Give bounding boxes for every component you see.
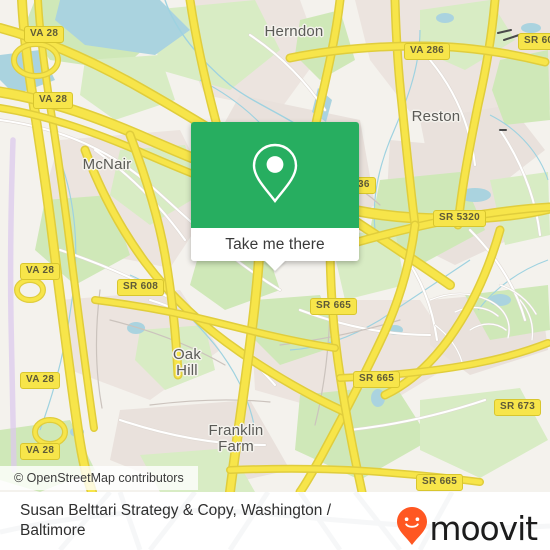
- moovit-wordmark: moovit: [429, 509, 538, 548]
- moovit-brand[interactable]: moovit: [396, 506, 538, 550]
- road-shield-va-28: VA 28: [24, 26, 65, 43]
- road-shield-va-28: VA 28: [33, 92, 74, 109]
- page-title: Susan Belttari Strategy & Copy, Washingt…: [20, 502, 332, 539]
- map-viewport[interactable]: .park { fill:#cfe8b8; } .park2 { fill:#d…: [0, 0, 550, 492]
- road-shield-va-28: VA 28: [20, 443, 61, 460]
- road-shield-va-28: VA 28: [20, 372, 61, 389]
- road-shield-sr-673: SR 673: [494, 399, 542, 416]
- road-shield-sr-5320: SR 5320: [433, 210, 487, 227]
- take-me-there-label[interactable]: Take me there: [225, 236, 325, 254]
- popup-action-bar[interactable]: Take me there: [191, 228, 359, 271]
- road-shield-sr-665: SR 665: [416, 474, 464, 491]
- osm-attribution[interactable]: © OpenStreetMap contributors: [0, 466, 198, 490]
- road-shield-va-28: VA 28: [20, 263, 61, 280]
- road-shield-sr-608: SR 608: [117, 279, 165, 296]
- popup-pin-panel: [191, 122, 359, 228]
- road-shield-va-286: VA 286: [404, 43, 451, 60]
- road-shield-sr-665: SR 665: [310, 298, 358, 315]
- road-shield-sr-60: SR 60: [518, 33, 550, 50]
- map-screenshot: .park { fill:#cfe8b8; } .park2 { fill:#d…: [0, 0, 550, 550]
- popup-pointer-tail: [264, 260, 286, 271]
- footer-bar: Susan Belttari Strategy & Copy, Washingt…: [0, 492, 550, 550]
- road-shield-sr-665: SR 665: [353, 371, 401, 388]
- location-pin-icon: [249, 142, 301, 209]
- location-popup-card[interactable]: Take me there: [191, 122, 359, 271]
- moovit-smiley-pin-icon: [396, 506, 428, 550]
- osm-attribution-text[interactable]: © OpenStreetMap contributors: [14, 471, 184, 485]
